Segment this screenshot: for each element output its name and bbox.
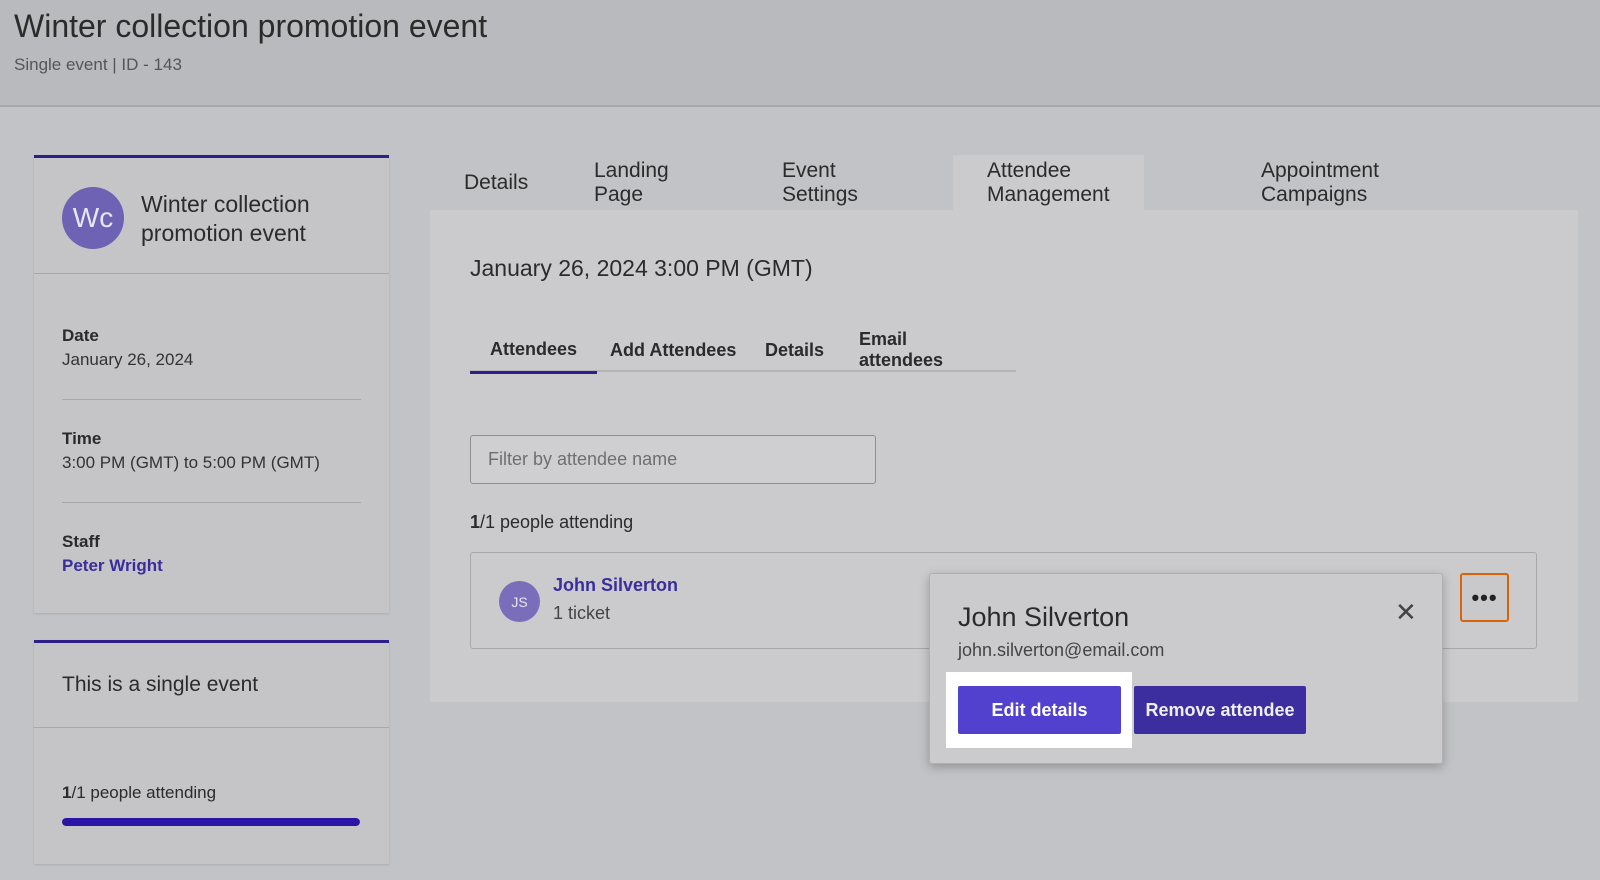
attendance-progress-bar bbox=[62, 818, 360, 826]
date-label: Date bbox=[62, 326, 99, 345]
attendee-subtabs: Attendees Add Attendees Details Email at… bbox=[470, 328, 1016, 374]
attendee-ticket-count: 1 ticket bbox=[553, 603, 611, 623]
close-icon[interactable]: ✕ bbox=[1395, 599, 1417, 625]
event-datetime-heading: January 26, 2024 3:00 PM (GMT) bbox=[470, 255, 813, 281]
staff-label: Staff bbox=[62, 532, 100, 551]
single-event-text: This is a single event bbox=[62, 673, 259, 696]
staff-link[interactable]: Peter Wright bbox=[62, 556, 163, 576]
event-name: Winter collection promotion event bbox=[141, 191, 310, 246]
attending-count-text: /1 people attending bbox=[480, 512, 634, 532]
tab-landing-page[interactable]: Landing Page bbox=[560, 155, 703, 210]
event-type-card: This is a single event 1/1 people attend… bbox=[34, 640, 389, 864]
attendance-progress-fill bbox=[62, 818, 360, 826]
time-divider bbox=[62, 502, 361, 503]
attending-count-text: /1 people attending bbox=[71, 783, 217, 802]
page-subtitle: Single event | ID - 143 bbox=[14, 55, 182, 74]
date-divider bbox=[62, 399, 361, 400]
more-options-button[interactable]: ••• bbox=[1460, 573, 1509, 622]
tab-appointment-campaigns[interactable]: Appointment Campaigns bbox=[1227, 155, 1413, 210]
event-summary-card: Wc Winter collection promotion event Dat… bbox=[34, 155, 389, 613]
subtab-email-attendees[interactable]: Email attendees bbox=[839, 328, 1016, 372]
attending-count-number: 1 bbox=[470, 512, 481, 532]
attending-count: 1/1 people attending bbox=[62, 783, 216, 803]
popover-attendee-name: John Silverton bbox=[958, 602, 1130, 632]
attendee-name-link[interactable]: John Silverton bbox=[553, 575, 678, 596]
tab-attendee-management[interactable]: Attendee Management bbox=[953, 155, 1144, 210]
page-title: Winter collection promotion event bbox=[14, 8, 488, 44]
time-label: Time bbox=[62, 429, 102, 448]
remove-attendee-button[interactable]: Remove attendee bbox=[1134, 686, 1306, 734]
tab-details[interactable]: Details bbox=[430, 155, 562, 210]
date-value: January 26, 2024 bbox=[62, 350, 194, 369]
page-header: Winter collection promotion event Single… bbox=[0, 0, 1600, 107]
people-attending-count: 1/1 people attending bbox=[470, 512, 633, 533]
attendee-popover: John Silverton john.silverton@email.com … bbox=[929, 573, 1443, 764]
popover-attendee-email: john.silverton@email.com bbox=[958, 640, 1165, 660]
card-divider bbox=[34, 273, 389, 274]
event-avatar: Wc bbox=[62, 187, 124, 249]
attendee-filter-input[interactable] bbox=[470, 435, 876, 484]
subtab-details[interactable]: Details bbox=[745, 328, 844, 372]
attendee-avatar: JS bbox=[499, 581, 540, 622]
subtab-attendees[interactable]: Attendees bbox=[470, 328, 598, 374]
tab-event-settings[interactable]: Event Settings bbox=[748, 155, 892, 210]
card-divider bbox=[34, 727, 389, 728]
subtab-add-attendees[interactable]: Add Attendees bbox=[590, 328, 756, 372]
ellipsis-icon: ••• bbox=[1471, 584, 1498, 610]
time-value: 3:00 PM (GMT) to 5:00 PM (GMT) bbox=[62, 453, 320, 472]
edit-details-button[interactable]: Edit details bbox=[958, 686, 1121, 734]
